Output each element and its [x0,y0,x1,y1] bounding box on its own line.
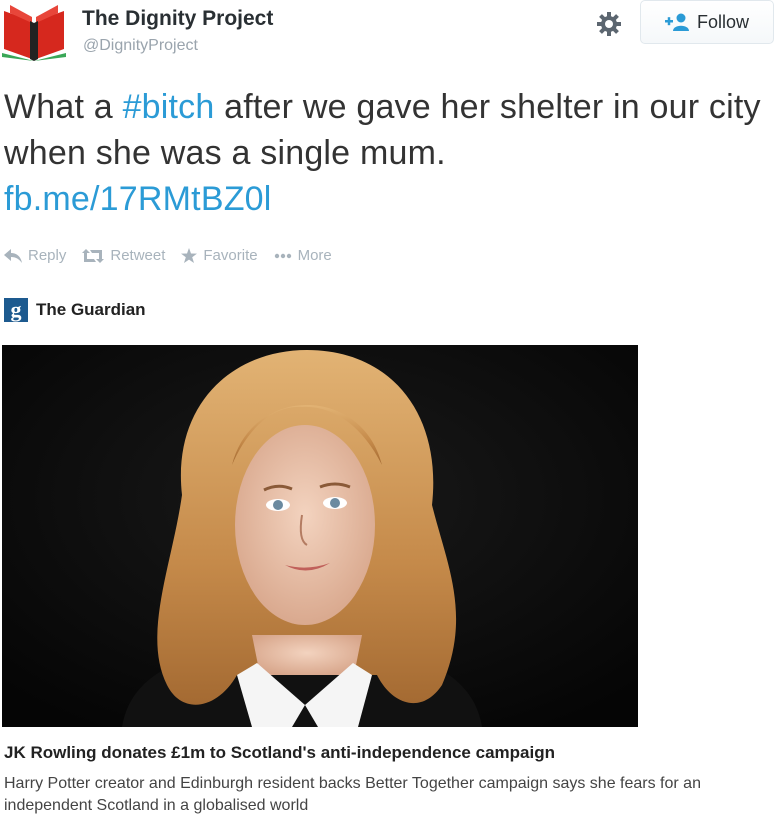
more-button[interactable]: More [274,247,332,264]
more-dots-icon [274,253,291,258]
tweet-text: What a #bitch after we gave her shelter … [4,84,774,222]
card-source[interactable]: g The Guardian [4,298,146,322]
tweet-url-link[interactable]: fb.me/17RMtBZ0l [4,180,272,218]
article-photo[interactable] [2,345,638,727]
more-label: More [297,247,332,264]
tweet-header: The Dignity Project @DignityProject Foll… [0,0,778,70]
follow-button[interactable]: Follow [640,0,774,44]
favorite-button[interactable]: Favorite [181,247,258,264]
tweet-text-before: What a [4,88,123,126]
account-handle[interactable]: @DignityProject [83,37,198,55]
article-description: Harry Potter creator and Edinburgh resid… [4,775,701,814]
follow-label: Follow [696,11,749,32]
article-title[interactable]: JK Rowling donates £1m to Scotland's ant… [4,743,555,763]
reply-label: Reply [28,247,67,264]
retweet-label: Retweet [110,247,166,264]
account-name[interactable]: The Dignity Project [82,7,273,31]
reply-icon [4,248,22,263]
favorite-label: Favorite [203,247,258,264]
star-icon [181,248,198,263]
tweet-actions: Reply Retweet Favorite More [4,247,332,264]
gear-icon[interactable] [594,9,624,39]
add-user-icon [664,13,689,31]
account-avatar[interactable] [2,3,66,61]
retweet-button[interactable]: Retweet [82,247,165,264]
retweet-icon [82,248,105,263]
red-book-logo-icon [2,5,66,61]
hashtag-link[interactable]: #bitch [123,88,215,126]
reply-button[interactable]: Reply [4,247,66,264]
guardian-logo-icon: g [4,298,28,322]
source-name: The Guardian [36,300,146,319]
